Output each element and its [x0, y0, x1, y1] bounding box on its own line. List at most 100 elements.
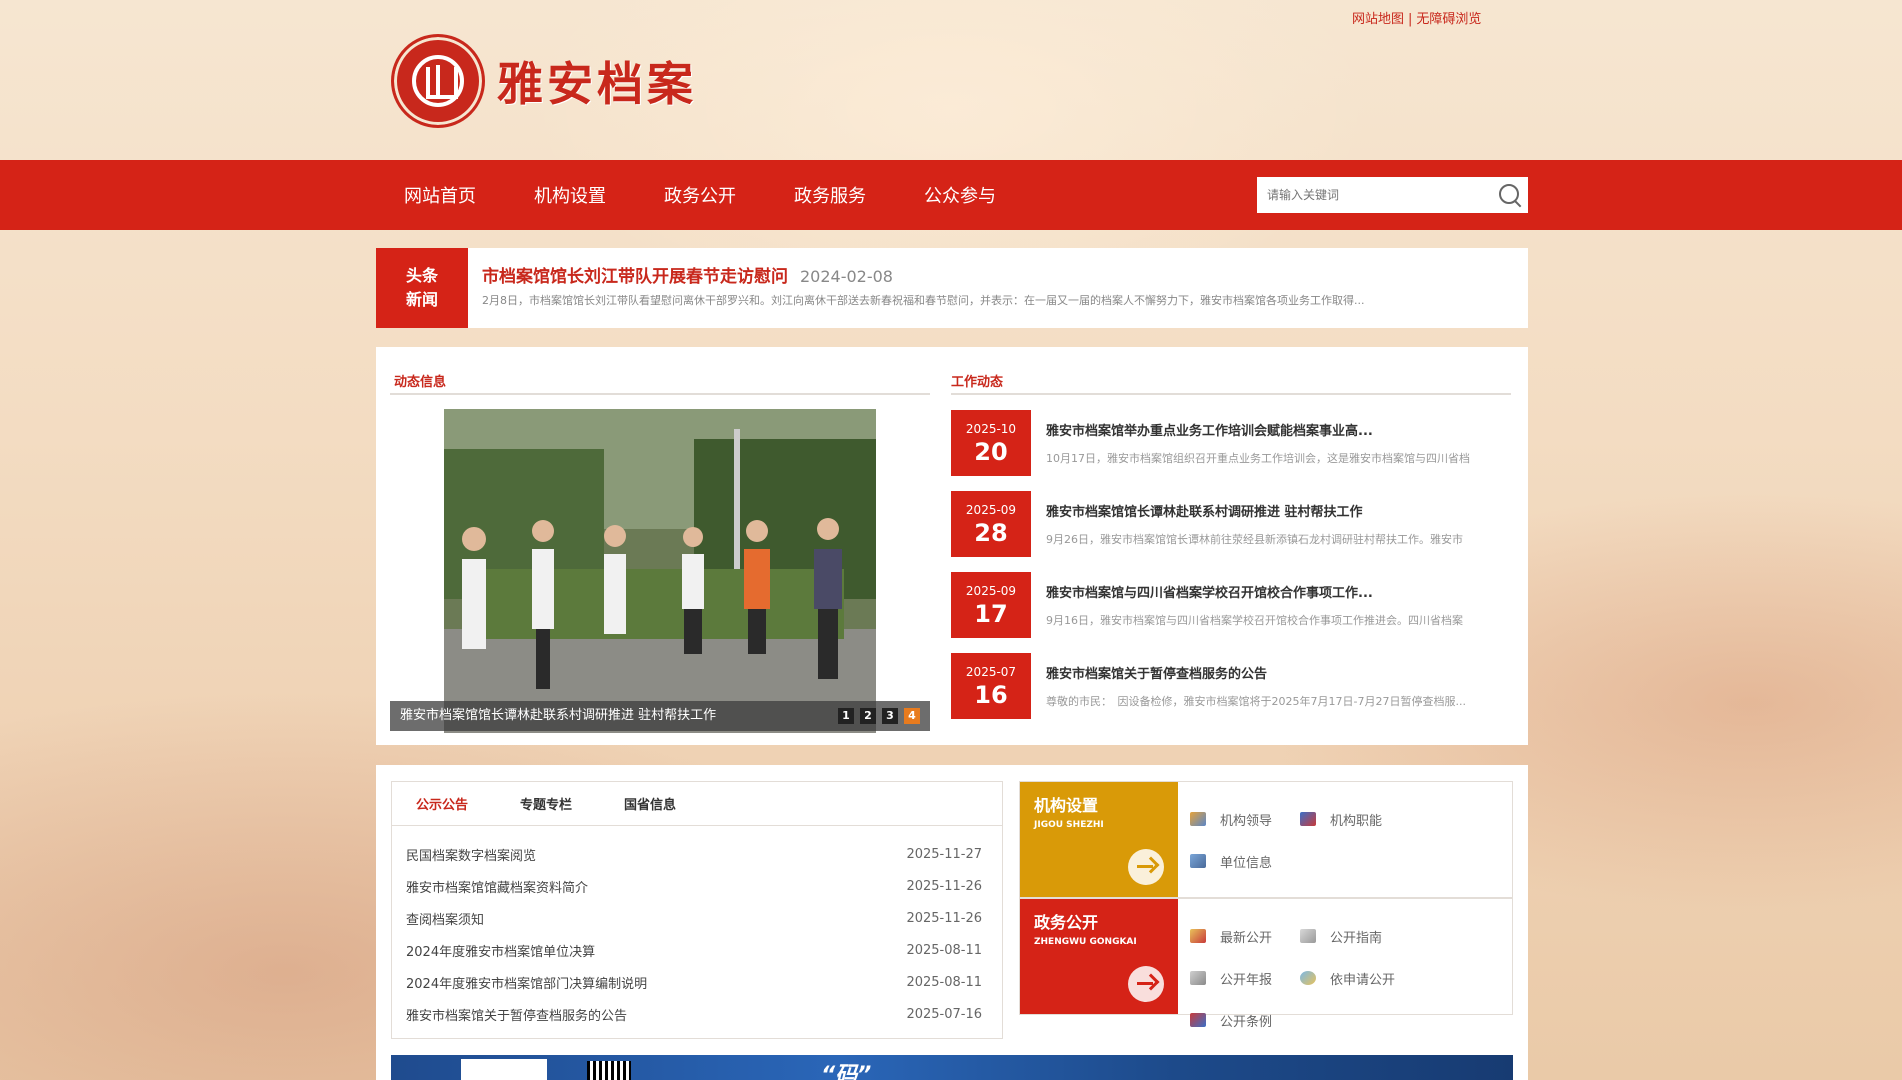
headline-summary: 2月8日，市档案馆馆长刘江带队看望慰问离休干部罗兴和。刘江向离休干部送去新春祝福… — [482, 294, 1365, 307]
notices-list: 民国档案数字档案阅览 2025-11-27 雅安市档案馆馆藏档案资料简介 2025-… — [392, 826, 1002, 1030]
list-item-title[interactable]: 民国档案数字档案阅览 — [406, 845, 536, 864]
link-org-functions[interactable]: 机构职能 — [1300, 798, 1410, 840]
nav-home[interactable]: 网站首页 — [404, 182, 476, 208]
tab-announcements[interactable]: 公示公告 — [416, 794, 468, 813]
dynamic-info-title: 动态信息 — [394, 375, 447, 390]
list-item[interactable]: 雅安市档案馆馆藏档案资料简介 2025-11-26 — [392, 870, 1002, 902]
news-date-badge: 2025-09 28 — [951, 491, 1031, 557]
list-item-title[interactable]: 雅安市档案馆关于暂停查档服务的公告 — [406, 1005, 627, 1024]
list-item[interactable]: 2024年度雅安市档案馆单位决算 2025-08-11 — [392, 934, 1002, 966]
org-block-title: 机构设置 — [1034, 796, 1099, 815]
link-disclosure-regulations[interactable]: 公开条例 — [1190, 999, 1300, 1041]
list-item-date: 2025-11-27 — [906, 846, 982, 862]
site-logo[interactable]: 雅安档案 — [391, 34, 697, 128]
slideshow-caption[interactable]: 雅安市档案馆馆长谭林赴联系村调研推进 驻村帮扶工作 — [400, 708, 716, 723]
sitemap-link[interactable]: 网站地图 — [1352, 12, 1404, 27]
gov-block-label[interactable]: 政务公开 ZHENGWU GONGKAI — [1020, 899, 1178, 1014]
link-annual-report[interactable]: 公开年报 — [1190, 957, 1300, 999]
link-request-disclosure[interactable]: 依申请公开 — [1300, 957, 1410, 999]
link-org-leaders[interactable]: 机构领导 — [1190, 798, 1300, 840]
nav-public-participation[interactable]: 公众参与 — [924, 182, 996, 208]
org-block: 机构设置 JIGOU SHEZHI 机构领导 机构职能 单位信息 — [1019, 781, 1513, 898]
list-item-title[interactable]: 雅安市档案馆馆藏档案资料简介 — [406, 877, 588, 896]
news-summary: 10月17日，雅安市档案馆组织召开重点业务工作培训会，这是雅安市档案馆与四川省档 — [1046, 452, 1470, 465]
list-item[interactable]: 雅安市档案馆关于暂停查档服务的公告 2025-07-16 — [392, 998, 1002, 1030]
list-item[interactable]: 2024年度雅安市档案馆部门决算编制说明 2025-08-11 — [392, 966, 1002, 998]
news-title[interactable]: 雅安市档案馆举办重点业务工作培训会赋能档案事业高... — [1046, 420, 1373, 439]
search-icon[interactable] — [1492, 177, 1528, 213]
news-summary: 9月26日，雅安市档案馆馆长谭林前往荥经县新添镇石龙村调研驻村帮扶工作。雅安市 — [1046, 533, 1463, 546]
slide-indicator-1[interactable]: 1 — [838, 708, 854, 724]
headline-badge-line1: 头条 — [405, 266, 438, 285]
background-calligraphy — [36, 299, 61, 361]
link-label: 机构领导 — [1220, 813, 1273, 829]
slide-indicator-4[interactable]: 4 — [904, 708, 920, 724]
tab-national-provincial[interactable]: 国省信息 — [624, 794, 676, 813]
list-item-title[interactable]: 2024年度雅安市档案馆部门决算编制说明 — [406, 973, 647, 992]
lower-panel: 公示公告 专题专栏 国省信息 民国档案数字档案阅览 2025-11-27 雅安市档… — [376, 765, 1528, 1080]
org-block-label[interactable]: 机构设置 JIGOU SHEZHI — [1020, 782, 1178, 897]
gov-block: 政务公开 ZHENGWU GONGKAI 最新公开 公开指南 公开年报 依申请公… — [1019, 898, 1513, 1030]
news-title[interactable]: 雅安市档案馆与四川省档案学校召开馆校合作事项工作... — [1046, 582, 1373, 601]
nav-government-services[interactable]: 政务服务 — [794, 182, 866, 208]
list-item[interactable]: 查阅档案须知 2025-11-26 — [392, 902, 1002, 934]
search-input[interactable] — [1257, 178, 1492, 212]
nav-organization[interactable]: 机构设置 — [534, 182, 606, 208]
top-links: 网站地图 | 无障碍浏览 — [1352, 8, 1481, 27]
accessibility-link[interactable]: 无障碍浏览 — [1416, 12, 1481, 27]
work-news-item[interactable]: 2025-10 20 雅安市档案馆举办重点业务工作培训会赋能档案事业高... 1… — [951, 410, 1511, 476]
list-item-date: 2025-08-11 — [906, 942, 982, 958]
people-icon — [1190, 812, 1206, 826]
promo-banner[interactable]: “码” — [391, 1055, 1513, 1080]
link-latest-disclosure[interactable]: 最新公开 — [1190, 915, 1300, 957]
database-icon — [1300, 929, 1316, 943]
news-summary: 尊敬的市民： 因设备检修，雅安市档案馆将于2025年7月17日-7月27日暂停查… — [1046, 695, 1466, 708]
slide-indicator-2[interactable]: 2 — [860, 708, 876, 724]
list-item-date: 2025-08-11 — [906, 974, 982, 990]
news-date-month: 2025-07 — [965, 665, 1017, 679]
china-archives-seal-icon — [391, 34, 485, 128]
link-disclosure-guide[interactable]: 公开指南 — [1300, 915, 1410, 957]
news-date-month: 2025-10 — [965, 422, 1017, 436]
arrow-right-icon[interactable] — [1128, 849, 1164, 885]
list-item-title[interactable]: 查阅档案须知 — [406, 909, 484, 928]
slide-indicator-3[interactable]: 3 — [882, 708, 898, 724]
top-links-separator: | — [1408, 12, 1413, 27]
arrow-right-icon[interactable] — [1128, 966, 1164, 1002]
news-date-badge: 2025-07 16 — [951, 653, 1031, 719]
news-date-day: 28 — [974, 519, 1008, 547]
work-news-item[interactable]: 2025-07 16 雅安市档案馆关于暂停查档服务的公告 尊敬的市民： 因设备检… — [951, 653, 1511, 719]
search-box — [1257, 177, 1528, 213]
news-date-badge: 2025-10 20 — [951, 410, 1031, 476]
news-date-badge: 2025-09 17 — [951, 572, 1031, 638]
dynamic-info-divider — [390, 393, 930, 395]
notices-tabs: 公示公告 专题专栏 国省信息 — [392, 782, 1002, 826]
news-date-day: 16 — [974, 681, 1008, 709]
list-item-title[interactable]: 2024年度雅安市档案馆单位决算 — [406, 941, 595, 960]
news-slideshow-image[interactable] — [444, 409, 876, 733]
news-date-month: 2025-09 — [965, 503, 1017, 517]
link-unit-info[interactable]: 单位信息 — [1190, 840, 1300, 882]
list-item-date: 2025-11-26 — [906, 910, 982, 926]
nav-government-affairs[interactable]: 政务公开 — [664, 182, 736, 208]
slideshow-indicators: 1 2 3 4 — [832, 708, 920, 724]
headline-date: 2024-02-08 — [800, 267, 893, 286]
headline-title-link[interactable]: 市档案馆馆长刘江带队开展春节走访慰问 — [482, 267, 788, 287]
work-news-item[interactable]: 2025-09 17 雅安市档案馆与四川省档案学校召开馆校合作事项工作... 9… — [951, 572, 1511, 638]
news-title[interactable]: 雅安市档案馆关于暂停查档服务的公告 — [1046, 663, 1267, 682]
chat-icon — [1300, 971, 1316, 985]
org-links: 机构领导 机构职能 单位信息 — [1190, 798, 1510, 882]
site-title: 雅安档案 — [497, 57, 697, 111]
tab-special-topics[interactable]: 专题专栏 — [520, 794, 572, 813]
qr-code-image — [587, 1061, 631, 1080]
gov-block-title: 政务公开 — [1034, 913, 1099, 932]
link-label: 单位信息 — [1220, 855, 1273, 871]
link-label: 机构职能 — [1330, 813, 1383, 829]
news-title[interactable]: 雅安市档案馆馆长谭林赴联系村调研推进 驻村帮扶工作 — [1046, 501, 1363, 520]
qr-code-image — [461, 1059, 547, 1080]
document-icon — [1190, 929, 1206, 943]
work-news-item[interactable]: 2025-09 28 雅安市档案馆馆长谭林赴联系村调研推进 驻村帮扶工作 9月2… — [951, 491, 1511, 557]
headline-badge: 头条 新闻 — [376, 248, 468, 328]
list-item[interactable]: 民国档案数字档案阅览 2025-11-27 — [392, 838, 1002, 870]
gov-links: 最新公开 公开指南 公开年报 依申请公开 公开条例 — [1190, 915, 1510, 1041]
